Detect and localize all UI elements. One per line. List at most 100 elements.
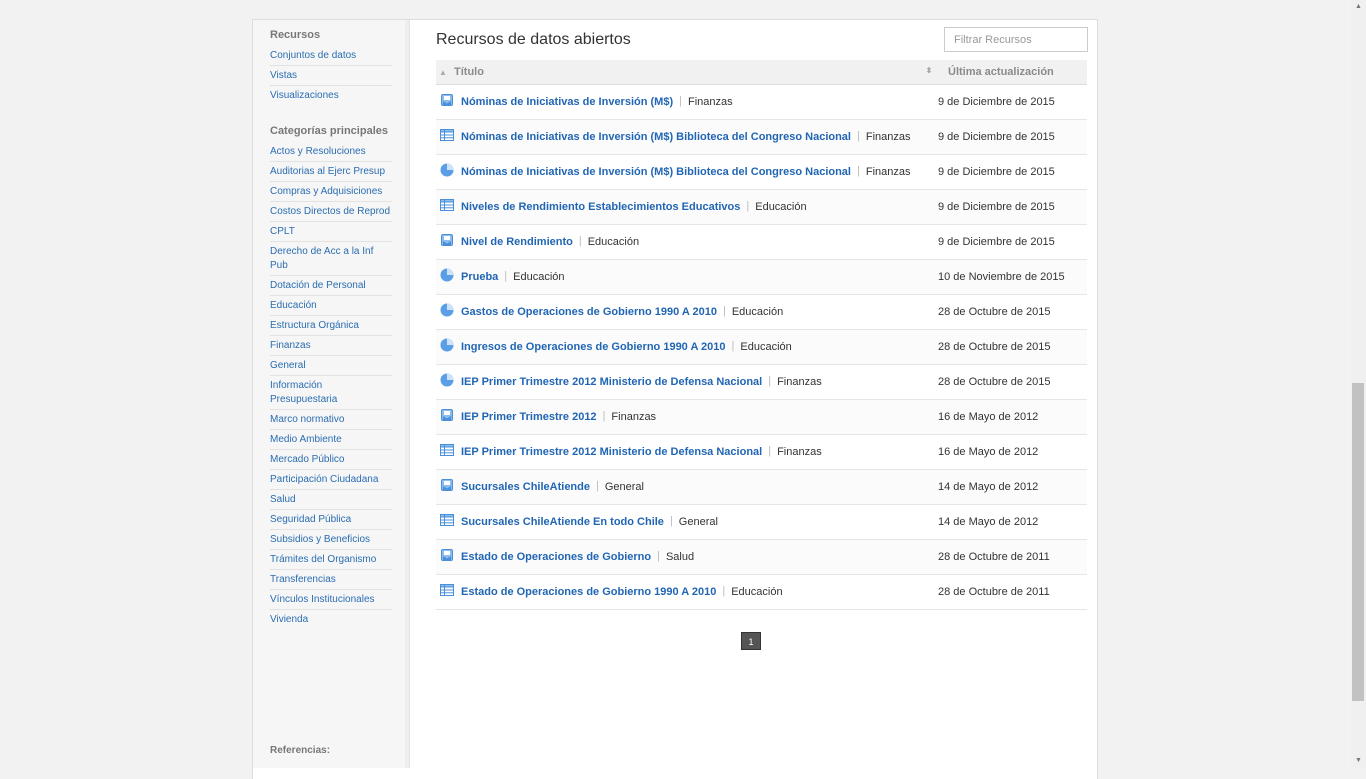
sidebar-category-item[interactable]: Subsidios y Beneficios bbox=[270, 530, 392, 550]
page-1-button[interactable]: 1 bbox=[741, 632, 761, 650]
scroll-down-icon[interactable]: ▼ bbox=[1351, 754, 1366, 768]
sidebar-category-item[interactable]: Marco normativo bbox=[270, 410, 392, 430]
sidebar-resource-item[interactable]: Vistas bbox=[270, 66, 392, 86]
resource-title-link[interactable]: Sucursales ChileAtiende bbox=[461, 480, 590, 492]
separator: | bbox=[731, 340, 735, 353]
resources-table: ▲ Título ⬍ Última actualización Nóminas de… bbox=[436, 60, 1087, 610]
table-row: IEP Primer Trimestre 2012 Ministerio de … bbox=[436, 434, 1087, 469]
sidebar-resource-item[interactable]: Visualizaciones bbox=[270, 86, 392, 105]
dataset-icon bbox=[440, 233, 454, 247]
table-icon bbox=[440, 198, 454, 212]
resource-title-link[interactable]: Prueba bbox=[461, 270, 498, 282]
table-row: Nóminas de Iniciativas de Inversión (M$)… bbox=[436, 84, 1087, 119]
title-cell: IEP Primer Trimestre 2012 | Finanzas bbox=[436, 399, 938, 434]
last-updated-cell: 28 de Octubre de 2011 bbox=[938, 550, 1050, 563]
last-updated-cell: 9 de Diciembre de 2015 bbox=[938, 200, 1055, 213]
table-row: Nóminas de Iniciativas de Inversión (M$)… bbox=[436, 119, 1087, 154]
sidebar-divider bbox=[405, 20, 410, 768]
last-updated-cell: 14 de Mayo de 2012 bbox=[938, 480, 1039, 493]
sidebar-category-item[interactable]: Vivienda bbox=[270, 610, 392, 629]
resource-title-link[interactable]: Estado de Operaciones de Gobierno bbox=[461, 550, 651, 562]
column-header-updated[interactable]: ⬍ Última actualización bbox=[926, 60, 1087, 84]
sidebar-category-item[interactable]: Vínculos Institucionales bbox=[270, 590, 392, 610]
table-row: IEP Primer Trimestre 2012 Ministerio de … bbox=[436, 364, 1087, 399]
table-row: Sucursales ChileAtiende | General 14 de May… bbox=[436, 469, 1087, 504]
sort-icon: ▲ bbox=[439, 67, 447, 77]
sidebar-category-item[interactable]: CPLT bbox=[270, 222, 392, 242]
table-icon bbox=[440, 513, 454, 527]
separator: | bbox=[746, 200, 750, 213]
table-body: Nóminas de Iniciativas de Inversión (M$)… bbox=[436, 84, 1087, 609]
resource-category: Salud bbox=[665, 550, 695, 563]
separator: | bbox=[768, 445, 772, 458]
title-cell: Prueba | Educación bbox=[436, 259, 938, 294]
sidebar-category-item[interactable]: Transferencias bbox=[270, 570, 392, 590]
last-updated-cell: 28 de Octubre de 2015 bbox=[938, 305, 1051, 318]
resource-title-link[interactable]: IEP Primer Trimestre 2012 Ministerio de … bbox=[461, 445, 762, 457]
sidebar-category-item[interactable]: Auditorias al Ejerc Presup bbox=[270, 162, 392, 182]
sidebar-resource-item[interactable]: Conjuntos de datos bbox=[270, 46, 392, 66]
table-row: Nóminas de Iniciativas de Inversión (M$)… bbox=[436, 154, 1087, 189]
resource-category: Finanzas bbox=[865, 130, 911, 143]
resource-category: Educación bbox=[740, 340, 792, 353]
last-updated-cell: 9 de Diciembre de 2015 bbox=[938, 130, 1055, 143]
resource-category: Finanzas bbox=[611, 410, 657, 423]
resource-title-link[interactable]: IEP Primer Trimestre 2012 Ministerio de … bbox=[461, 375, 762, 387]
separator: | bbox=[722, 585, 726, 598]
sidebar-category-item[interactable]: Trámites del Organismo bbox=[270, 550, 392, 570]
sidebar-category-item[interactable]: Seguridad Pública bbox=[270, 510, 392, 530]
separator: | bbox=[856, 130, 860, 143]
separator: | bbox=[679, 95, 682, 108]
column-header-title[interactable]: ▲ Título bbox=[436, 60, 938, 84]
title-cell: Nóminas de Iniciativas de Inversión (M$)… bbox=[436, 119, 938, 154]
sidebar-category-item[interactable]: Salud bbox=[270, 490, 392, 510]
resource-title-link[interactable]: Nivel de Rendimiento bbox=[461, 235, 573, 247]
chart-icon bbox=[440, 338, 454, 352]
sidebar-category-item[interactable]: Medio Ambiente bbox=[270, 430, 392, 450]
sidebar-category-item[interactable]: General bbox=[270, 356, 392, 376]
table-row: Ingresos de Operaciones de Gobierno 1990… bbox=[436, 329, 1087, 364]
scrollbar-thumb[interactable] bbox=[1352, 383, 1364, 701]
resource-title-link[interactable]: Estado de Operaciones de Gobierno 1990 A… bbox=[461, 585, 716, 597]
title-cell: Estado de Operaciones de Gobierno 1990 A… bbox=[436, 574, 938, 609]
sidebar-category-item[interactable]: Compras y Adquisiciones bbox=[270, 182, 392, 202]
separator: | bbox=[856, 165, 860, 178]
resource-title-link[interactable]: Niveles de Rendimiento Establecimientos … bbox=[461, 200, 740, 212]
table-header-row: ▲ Título ⬍ Última actualización bbox=[436, 60, 1087, 84]
sidebar-category-item[interactable]: Información Presupuestaria bbox=[270, 376, 392, 410]
sidebar-category-item[interactable]: Derecho de Acc a la Inf Pub bbox=[270, 242, 392, 276]
resource-category: Finanzas bbox=[777, 445, 822, 458]
title-cell: Sucursales ChileAtiende | General bbox=[436, 469, 938, 504]
separator: | bbox=[504, 270, 508, 283]
resource-title-link[interactable]: Ingresos de Operaciones de Gobierno 1990… bbox=[461, 340, 726, 352]
sidebar-category-item[interactable]: Educación bbox=[270, 296, 392, 316]
last-updated-cell: 9 de Diciembre de 2015 bbox=[938, 95, 1055, 108]
resource-title-link[interactable]: Gastos de Operaciones de Gobierno 1990 A… bbox=[461, 305, 717, 317]
resource-category: Finanzas bbox=[777, 375, 822, 388]
scroll-up-icon[interactable]: ▲ bbox=[1351, 0, 1366, 14]
sidebar-category-item[interactable]: Estructura Orgánica bbox=[270, 316, 392, 336]
resource-title-link[interactable]: Sucursales ChileAtiende En todo Chile bbox=[461, 515, 664, 527]
categories-section: Categorías principales Actos y Resolucio… bbox=[270, 124, 392, 629]
column-title-label: Título bbox=[454, 65, 484, 78]
sidebar-category-item[interactable]: Actos y Resoluciones bbox=[270, 142, 392, 162]
table-icon bbox=[440, 583, 454, 597]
table-row: Gastos de Operaciones de Gobierno 1990 A… bbox=[436, 294, 1087, 329]
sidebar-category-item[interactable]: Costos Directos de Reprod bbox=[270, 202, 392, 222]
sidebar-category-item[interactable]: Mercado Público bbox=[270, 450, 392, 470]
resource-title-link[interactable]: IEP Primer Trimestre 2012 bbox=[461, 410, 597, 422]
resource-title-link[interactable]: Nóminas de Iniciativas de Inversión (M$) bbox=[461, 95, 673, 107]
sidebar-category-item[interactable]: Dotación de Personal bbox=[270, 276, 392, 296]
chart-icon bbox=[440, 163, 454, 177]
sidebar-category-item[interactable]: Participación Ciudadana bbox=[270, 470, 392, 490]
categories-list: Actos y Resoluciones Auditorias al Ejerc … bbox=[270, 142, 392, 629]
resource-title-link[interactable]: Nóminas de Iniciativas de Inversión (M$)… bbox=[461, 165, 851, 177]
title-cell: Nóminas de Iniciativas de Inversión (M$)… bbox=[436, 84, 938, 119]
resource-category: Educación bbox=[587, 235, 640, 248]
separator: | bbox=[602, 410, 606, 423]
table-icon bbox=[440, 443, 454, 457]
resource-title-link[interactable]: Nóminas de Iniciativas de Inversión (M$)… bbox=[461, 130, 851, 142]
filter-resources-input[interactable] bbox=[944, 27, 1088, 52]
sidebar-category-item[interactable]: Finanzas bbox=[270, 336, 392, 356]
title-cell: Gastos de Operaciones de Gobierno 1990 A… bbox=[436, 294, 938, 329]
